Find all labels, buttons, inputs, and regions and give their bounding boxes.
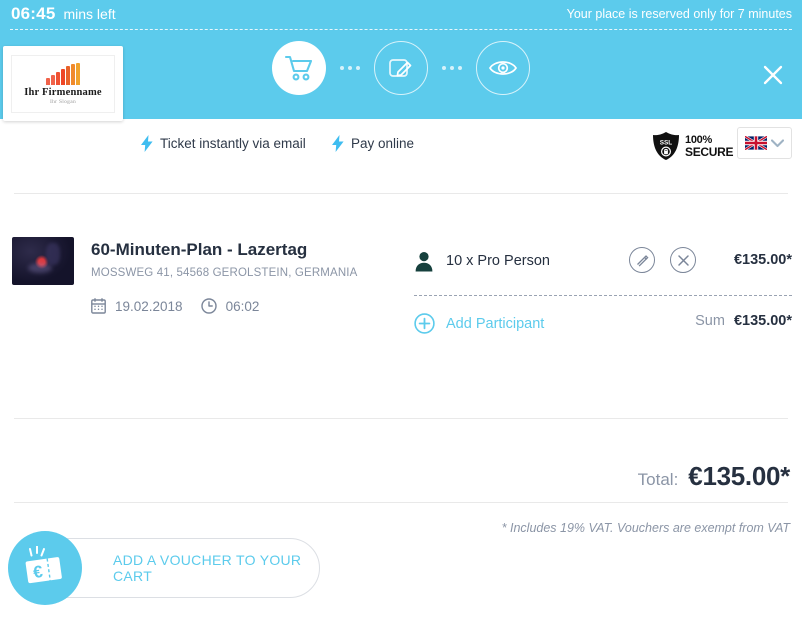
logo-company-name: Ihr Firmenname xyxy=(24,86,102,98)
review-step[interactable] xyxy=(476,41,530,95)
logo-bars-graphic xyxy=(46,62,80,85)
divider-bottom xyxy=(14,502,788,503)
pencil-icon xyxy=(637,255,649,267)
ssl-shield-text: SSL xyxy=(660,140,673,147)
person-icon xyxy=(415,251,433,271)
voucher-badge: € xyxy=(8,531,82,605)
participant-actions: €135.00* xyxy=(629,247,792,273)
timer-display: 06:45 mins left xyxy=(11,4,116,24)
logo-slogan: Ihr Slogan xyxy=(49,98,77,105)
item-meta: 19.02.2018 06:02 xyxy=(91,298,259,314)
feature-ticket-email-label: Ticket instantly via email xyxy=(160,136,306,151)
company-logo-card: Ihr Firmenname Ihr Slogan xyxy=(3,46,123,121)
ssl-secure-badge: SSL 100% SECURE xyxy=(651,131,734,161)
clock-icon xyxy=(200,298,217,314)
close-button[interactable] xyxy=(756,58,790,92)
timer-dashed-divider xyxy=(10,29,792,30)
ssl-line2: SECURE xyxy=(685,144,734,159)
total-value: €135.00* xyxy=(688,461,790,491)
edit-pencil-icon xyxy=(389,59,412,77)
participant-row: 10 x Pro Person €135.00* xyxy=(414,247,792,275)
participant-price: €135.00* xyxy=(733,252,792,268)
feature-pay-online-label: Pay online xyxy=(351,136,415,151)
close-circle-icon xyxy=(677,254,689,266)
timer-value: 06:45 xyxy=(11,4,56,23)
calendar-icon xyxy=(91,298,106,314)
participants-sum: Sum €135.00* xyxy=(695,313,792,329)
ssl-line1: 100% xyxy=(685,133,712,146)
step-connector-2 xyxy=(442,66,462,70)
item-title: 60-Minuten-Plan - Lazertag xyxy=(91,240,308,259)
bolt-icon xyxy=(332,135,344,152)
item-address: MOSSWEG 41, 54568 GEROLSTEIN, GERMANIA xyxy=(91,267,358,279)
step-connector-1 xyxy=(340,66,360,70)
timer-unit-label: mins left xyxy=(63,6,116,22)
participant-label: 10 x Pro Person xyxy=(446,253,550,269)
checkout-cart-page: 06:45 mins left Your place is reserved o… xyxy=(0,0,802,641)
voucher-label: ADD A VOUCHER TO YOUR CART xyxy=(113,552,302,584)
language-selector[interactable] xyxy=(737,127,792,159)
divider-middle xyxy=(14,418,788,419)
shopping-cart-icon xyxy=(284,55,313,81)
feature-pay-online: Pay online xyxy=(332,135,414,152)
remove-participant-button[interactable] xyxy=(670,247,696,273)
reservation-timer-bar: 06:45 mins left Your place is reserved o… xyxy=(0,0,802,31)
sum-value: €135.00* xyxy=(733,313,792,329)
close-icon xyxy=(763,65,783,85)
chevron-down-icon xyxy=(771,138,784,147)
total-row: Total: €135.00* xyxy=(637,461,791,492)
item-thumbnail xyxy=(12,237,74,285)
eye-icon xyxy=(488,61,518,75)
edit-participant-button[interactable] xyxy=(629,247,655,273)
cart-step[interactable] xyxy=(272,41,326,95)
sum-label: Sum xyxy=(695,313,725,329)
logo-inner: Ihr Firmenname Ihr Slogan xyxy=(11,54,115,113)
participants-dashed-divider xyxy=(414,295,792,296)
item-time-value: 06:02 xyxy=(225,298,260,314)
voucher-euro-ticket-icon: € xyxy=(25,546,62,584)
plus-circle-icon xyxy=(414,313,435,334)
total-label: Total: xyxy=(637,470,679,489)
voucher-cta[interactable]: ADD A VOUCHER TO YOUR CART € xyxy=(8,531,320,605)
feature-ticket-email: Ticket instantly via email xyxy=(141,135,306,152)
uk-flag-icon xyxy=(745,136,767,150)
reservation-note: Your place is reserved only for 7 minute… xyxy=(566,7,792,21)
details-step[interactable] xyxy=(374,41,428,95)
divider-top xyxy=(14,193,788,194)
ssl-shield-icon: SSL xyxy=(653,132,679,160)
item-time: 06:02 xyxy=(200,298,260,314)
item-date-value: 19.02.2018 xyxy=(115,298,183,314)
ssl-text: 100% SECURE xyxy=(685,133,734,159)
bolt-icon xyxy=(141,135,153,152)
info-strip: Ticket instantly via email Pay online SS… xyxy=(0,119,802,193)
vat-note: * Includes 19% VAT. Vouchers are exempt … xyxy=(501,521,790,535)
item-date: 19.02.2018 xyxy=(91,298,183,314)
add-participant-label: Add Participant xyxy=(446,315,545,332)
